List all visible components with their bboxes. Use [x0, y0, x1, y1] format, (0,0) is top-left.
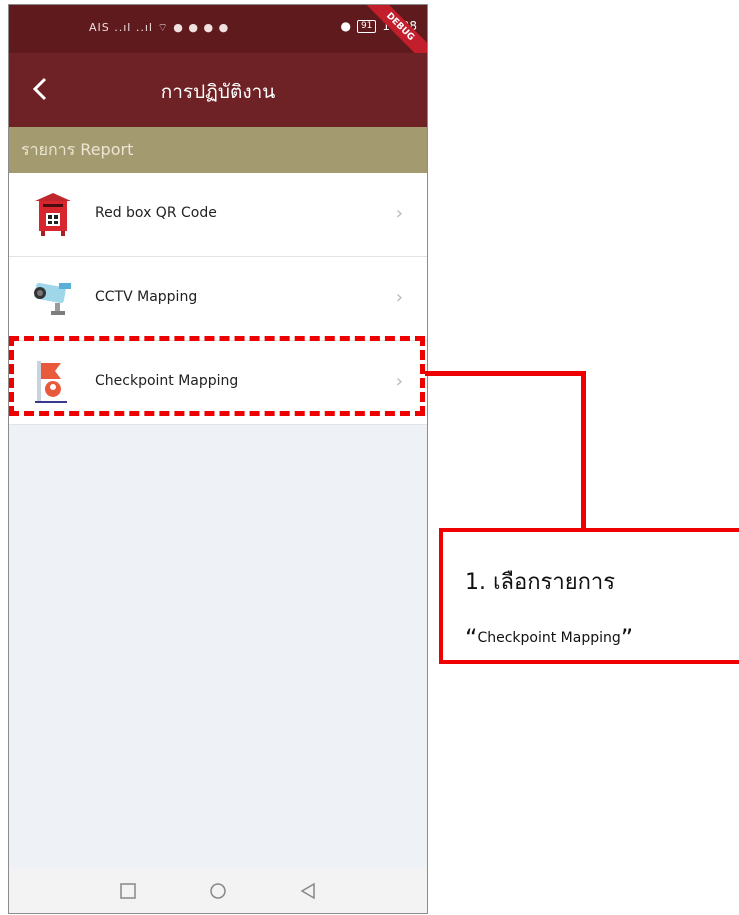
back-triangle-icon[interactable]: [299, 882, 317, 900]
red-mailbox-qr-icon: [35, 193, 71, 236]
chevron-right-icon: ›: [395, 203, 403, 224]
instruction-callout: 1. เลือกรายการ “Checkpoint Mapping”: [439, 528, 739, 664]
close-quote: ”: [620, 624, 634, 652]
quoted-item-label: Checkpoint Mapping: [477, 630, 621, 646]
system-nav-bar: [9, 869, 427, 913]
list-item-cctv-mapping[interactable]: CCTV Mapping ›: [9, 257, 427, 341]
status-icons: AIS ..ıl ..ıl ⌔ ● ● ● ●: [89, 21, 230, 34]
home-circle-icon[interactable]: [209, 882, 227, 900]
chevron-right-icon: ›: [395, 287, 403, 308]
callout-step-text: 1. เลือกรายการ: [465, 570, 616, 595]
callout-connector-vertical: [581, 371, 586, 530]
phone-screen: AIS ..ıl ..ıl ⌔ ● ● ● ● ● 91 14:28 DEBUG…: [8, 4, 428, 914]
page-title: การปฏิบัติงาน: [160, 81, 276, 103]
cctv-camera-icon: [34, 282, 71, 315]
recents-square-icon[interactable]: [119, 882, 137, 900]
callout-connector-horizontal: [425, 371, 586, 376]
open-quote: “: [465, 624, 478, 652]
list-item-label: CCTV Mapping: [95, 289, 198, 305]
list-item-label: Red box QR Code: [95, 205, 217, 221]
list-item-red-box-qr-code[interactable]: Red box QR Code ›: [9, 173, 427, 257]
section-header: รายการ Report: [9, 127, 427, 173]
battery-indicator: 91: [356, 19, 377, 33]
status-bar: AIS ..ıl ..ıl ⌔ ● ● ● ● ● 91 14:28 DEBUG: [9, 5, 427, 72]
app-bar: การปฏิบัติงาน: [9, 53, 427, 127]
location-icon: ●: [340, 19, 351, 33]
callout-quoted-item: “Checkpoint Mapping”: [465, 620, 633, 652]
highlight-checkpoint-mapping: [9, 336, 425, 416]
